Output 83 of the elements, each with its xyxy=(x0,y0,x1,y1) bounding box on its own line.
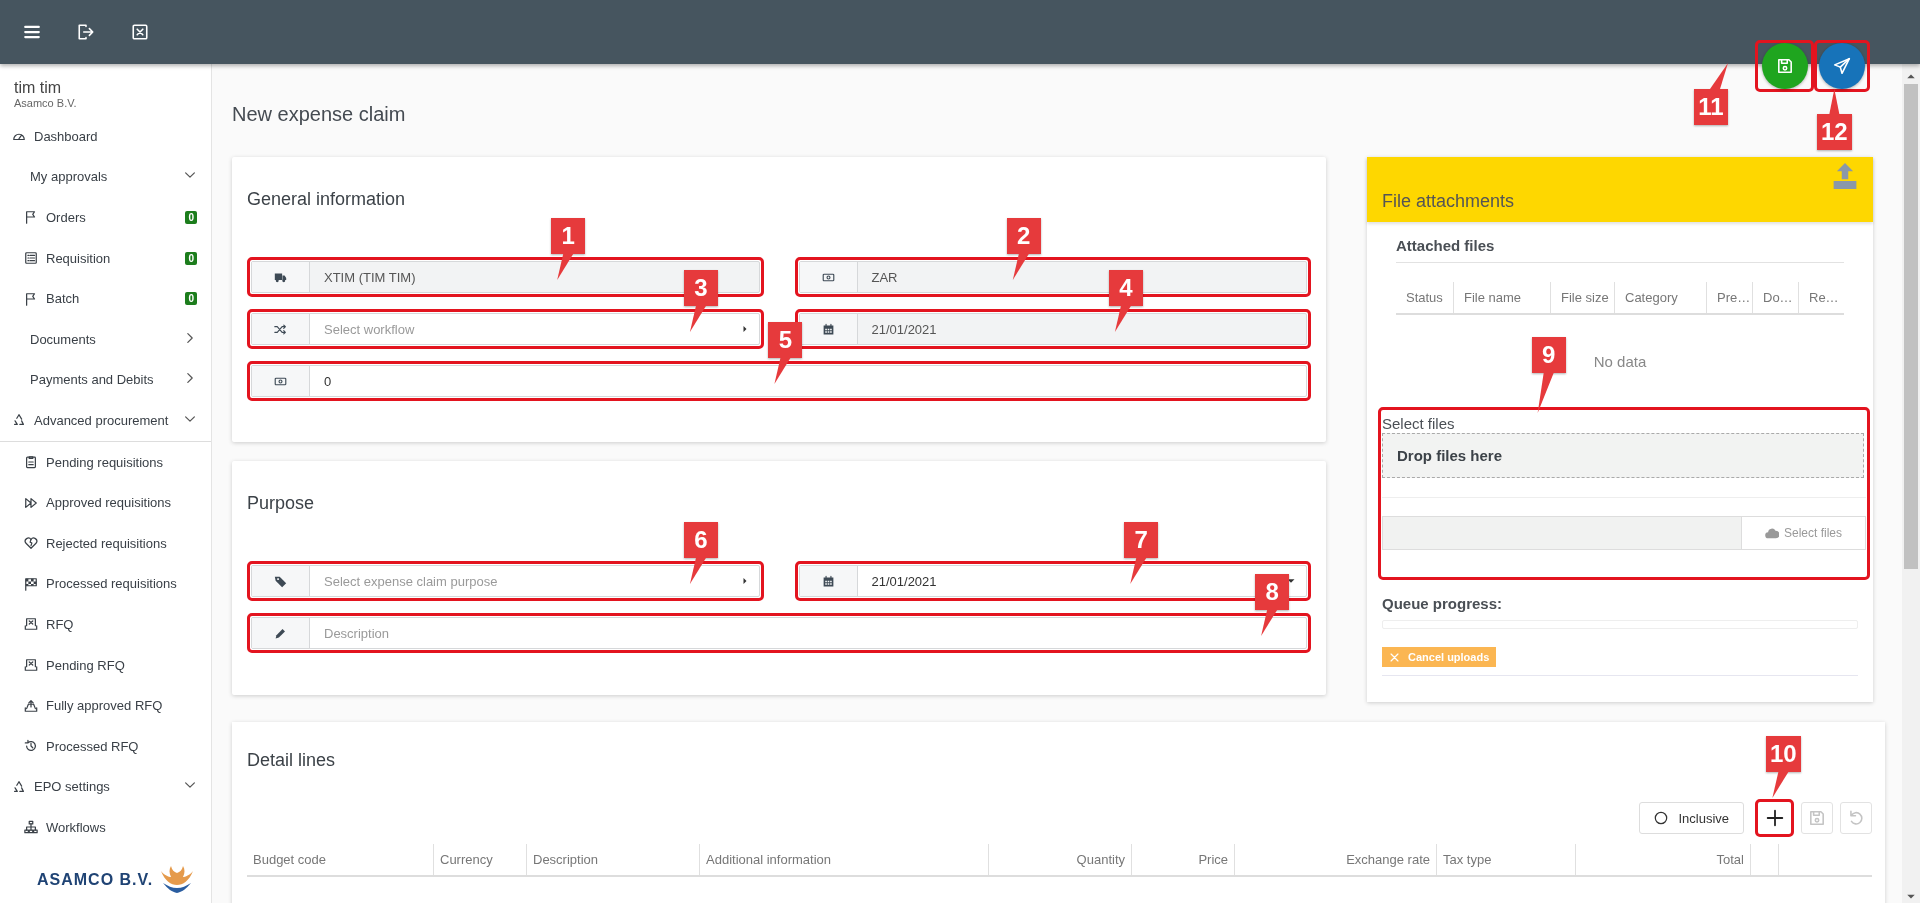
card-title: File attachments xyxy=(1382,191,1515,213)
section-title: Purpose xyxy=(247,492,316,514)
user-name: tim tim xyxy=(14,78,63,97)
sidebar-item[interactable]: Workflows xyxy=(0,807,211,848)
sidebar-item[interactable]: Fully approved RFQ xyxy=(0,685,211,726)
checkered-flag-icon xyxy=(24,576,38,591)
sidebar-item[interactable]: Documents xyxy=(0,318,211,360)
sidebar-item[interactable]: Requisition 0 xyxy=(0,237,211,279)
exit-icon xyxy=(77,23,95,41)
calendar-icon xyxy=(821,322,835,336)
save-icon xyxy=(1775,57,1794,75)
heart-icon xyxy=(24,536,38,551)
column-header: Total xyxy=(1575,844,1750,875)
save-icon xyxy=(1808,809,1826,827)
column-header: File name xyxy=(1453,282,1550,313)
history-icon xyxy=(24,739,38,754)
column-header: Budget code xyxy=(252,851,327,869)
column-header: Status xyxy=(1405,289,1444,307)
input-field[interactable]: 0 xyxy=(251,365,1307,397)
sidebar-item[interactable]: Processed requisitions xyxy=(0,563,211,605)
column-header: Pre… xyxy=(1706,282,1752,313)
clipboard-icon xyxy=(24,455,38,470)
close-icon xyxy=(1389,651,1400,663)
shuffle-icon xyxy=(274,322,287,336)
section-title: Detail lines xyxy=(247,749,336,771)
send-icon xyxy=(1833,57,1851,75)
column-header: File size xyxy=(1550,282,1614,313)
file-input-field[interactable] xyxy=(1382,516,1742,550)
undo-icon xyxy=(1847,809,1865,827)
sidebar-item[interactable]: Orders 0 xyxy=(0,197,211,238)
logo-text: ASAMCO B.V. xyxy=(37,871,154,889)
inclusive-toggle[interactable]: Inclusive xyxy=(1639,802,1744,834)
drop-zone[interactable]: Drop files here xyxy=(1382,433,1864,478)
section-title: General information xyxy=(247,188,407,210)
sidebar-item[interactable]: My approvals xyxy=(0,156,211,198)
plus-icon xyxy=(1765,809,1784,827)
page-title: New expense claim xyxy=(232,102,406,126)
queue-label: Queue progress: xyxy=(1382,595,1504,612)
column-header: Description xyxy=(526,844,699,875)
calendar-icon xyxy=(821,574,835,588)
cloud-upload-icon xyxy=(1765,526,1779,540)
pencil-icon xyxy=(274,626,287,640)
count-badge: 0 xyxy=(185,251,197,265)
column-header: Re… xyxy=(1798,282,1844,313)
empty-text: No data xyxy=(1593,352,1647,370)
sidebar-item[interactable]: Dashboard xyxy=(0,116,211,157)
sidebar-item[interactable]: Advanced procurement xyxy=(0,400,211,441)
column-header: Quantity xyxy=(988,844,1131,875)
menu-icon xyxy=(23,23,41,41)
sidebar-item[interactable]: RFQ xyxy=(0,604,211,645)
sidebar-item[interactable]: EPO settings xyxy=(0,766,211,808)
list-icon xyxy=(24,251,38,266)
tray-icon xyxy=(24,658,38,672)
column-header: Additional information xyxy=(699,844,988,875)
sidebar-item[interactable]: Pending requisitions xyxy=(0,441,211,483)
column-header: Tax type xyxy=(1436,844,1575,875)
sidebar-item[interactable]: Rejected requisitions xyxy=(0,522,211,564)
sidebar-item[interactable]: Processed RFQ xyxy=(0,725,211,767)
column-header: Price xyxy=(1131,844,1234,875)
close-box-icon xyxy=(131,23,149,41)
fast-forward-icon xyxy=(24,495,38,510)
tray-icon xyxy=(24,617,38,632)
upload-icon xyxy=(1832,163,1858,189)
flag-icon xyxy=(24,210,38,225)
truck-icon xyxy=(274,270,287,284)
section-title: Attached files xyxy=(1396,236,1844,263)
tag-icon xyxy=(274,574,287,588)
sitemap-icon xyxy=(24,820,38,835)
scrollbar-thumb[interactable] xyxy=(1904,84,1918,569)
field-label: Select files xyxy=(1382,415,1456,433)
column-header: Do… xyxy=(1752,282,1798,313)
column-header: Category xyxy=(1614,282,1706,313)
company-name: Asamco B.V. xyxy=(14,97,78,109)
count-badge: 0 xyxy=(185,292,197,306)
column-header: Exchange rate xyxy=(1234,844,1436,875)
sidebar-item[interactable]: Pending RFQ xyxy=(0,644,211,686)
sidebar-item[interactable]: Payments and Debits xyxy=(0,359,211,401)
sidebar-item[interactable]: Approved requisitions xyxy=(0,482,211,523)
sidebar-item[interactable]: Batch 0 xyxy=(0,278,211,319)
flag-icon xyxy=(24,291,38,306)
column-header: Currency xyxy=(433,844,526,875)
tray-upload-icon xyxy=(24,698,38,713)
count-badge: 0 xyxy=(185,211,197,224)
